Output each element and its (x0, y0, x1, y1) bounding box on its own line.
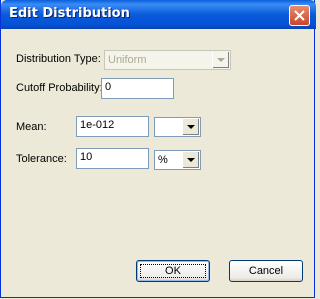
chevron-down-icon (187, 158, 195, 162)
tolerance-unit-select[interactable]: % (154, 150, 201, 170)
mean-unit-select[interactable] (154, 117, 201, 137)
cancel-button-label: Cancel (248, 265, 284, 277)
cutoff-probability-label: Cutoff Probability: (16, 82, 103, 94)
tolerance-unit-value: % (158, 154, 168, 166)
close-button[interactable] (289, 5, 310, 26)
window-title: Edit Distribution (9, 6, 130, 21)
mean-label: Mean: (16, 121, 47, 133)
tolerance-input[interactable]: 10 (76, 148, 149, 169)
distribution-type-label: Distribution Type: (16, 53, 101, 65)
tolerance-unit-dropdown-button[interactable] (182, 152, 199, 168)
edit-distribution-dialog: Edit Distribution Distribution Type: Uni… (0, 0, 316, 298)
cutoff-probability-input[interactable]: 0 (101, 78, 174, 99)
distribution-type-value: Uniform (108, 54, 147, 66)
ok-button[interactable]: OK (136, 260, 210, 282)
ok-focus-ring (140, 264, 206, 278)
title-bar[interactable]: Edit Distribution (1, 0, 316, 29)
distribution-type-select[interactable]: Uniform (104, 50, 231, 70)
tolerance-label: Tolerance: (16, 153, 67, 165)
cancel-button[interactable]: Cancel (229, 260, 303, 282)
close-icon (294, 10, 305, 21)
mean-input[interactable]: 1e-012 (76, 116, 149, 137)
chevron-down-icon (187, 125, 195, 129)
mean-unit-dropdown-button[interactable] (182, 119, 199, 135)
chevron-down-icon (217, 58, 225, 62)
distribution-type-dropdown-button[interactable] (212, 52, 229, 68)
